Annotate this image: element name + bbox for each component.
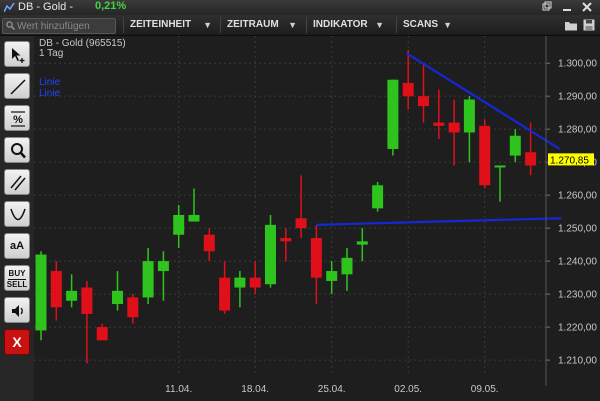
text-tool[interactable]: aA xyxy=(4,233,30,259)
legend-line-1: Linie xyxy=(39,77,61,88)
parallel-lines-icon xyxy=(10,175,26,191)
interval-label: 1 Tag xyxy=(39,48,63,59)
select-add-tool[interactable] xyxy=(4,41,30,67)
parallel-lines-tool[interactable] xyxy=(4,169,30,195)
candle-down xyxy=(479,125,491,186)
save-icon[interactable] xyxy=(582,18,596,32)
buy-sell-tool[interactable]: BUY SELL xyxy=(4,265,30,291)
sell-label: SELL xyxy=(6,280,28,289)
menu-zeiteinheit[interactable]: ZEITEINHEIT ▼ xyxy=(123,17,218,33)
menu-zeiteinheit-label: ZEITEINHEIT xyxy=(130,19,192,30)
candle-down xyxy=(448,122,460,133)
y-tick-label: 1.300,00 xyxy=(558,59,597,70)
percent-icon: % xyxy=(11,111,25,127)
candle-up xyxy=(356,241,368,245)
candle-up xyxy=(509,135,521,156)
zoom-tool[interactable] xyxy=(4,137,30,163)
percent-tool[interactable]: % xyxy=(4,105,30,131)
candle-down xyxy=(310,238,322,278)
candle-down xyxy=(127,297,139,318)
candle-down xyxy=(418,96,429,107)
y-tick-label: 1.240,00 xyxy=(558,257,597,268)
title-bar: DB - Gold - 0,21% xyxy=(0,0,600,16)
candle-up xyxy=(387,79,399,149)
search-input[interactable] xyxy=(17,19,112,33)
candle-down xyxy=(402,82,414,97)
candlestick-chart[interactable]: DB - Gold (965515) 1 Tag Linie Linie 1.3… xyxy=(34,36,600,401)
toolbar: ZEITEINHEIT ▼ ZEITRAUM ▼ INDIKATOR ▼ SCA… xyxy=(0,15,600,36)
dropdown-arrow-icon: ▼ xyxy=(203,20,212,30)
y-tick-label: 1.250,00 xyxy=(558,224,597,235)
svg-text:%: % xyxy=(13,114,23,126)
curve-tool[interactable] xyxy=(4,201,30,227)
y-tick-label: 1.230,00 xyxy=(558,290,597,301)
x-tick-label: 09.05. xyxy=(471,384,499,395)
price-change-badge: 0,21% xyxy=(95,0,127,12)
line-tool[interactable] xyxy=(4,73,30,99)
search-icon xyxy=(6,21,15,30)
x-tick-label: 18.04. xyxy=(241,384,269,395)
buy-label: BUY xyxy=(8,269,26,278)
candle-down xyxy=(203,234,215,252)
candle-up xyxy=(66,290,78,301)
menu-scans[interactable]: SCANS ▼ xyxy=(396,17,458,33)
menu-indikator[interactable]: INDIKATOR ▼ xyxy=(306,17,390,33)
delete-tool[interactable]: X xyxy=(4,329,30,355)
menu-zeitraum[interactable]: ZEITRAUM ▼ xyxy=(220,17,303,33)
drawing-toolbar: % aA BUY SELL X xyxy=(0,36,35,401)
last-price-marker: 1.270,85 xyxy=(548,153,594,166)
y-tick-label: 1.280,00 xyxy=(558,125,597,136)
candle-up xyxy=(157,261,169,272)
chart-app-icon xyxy=(4,2,15,13)
folder-icon[interactable] xyxy=(564,18,578,32)
candle-up xyxy=(112,290,123,305)
y-tick-label: 1.260,00 xyxy=(558,191,597,202)
candle-down xyxy=(50,271,62,308)
y-tick-label: 1.290,00 xyxy=(558,92,597,103)
y-tick-label: 1.210,00 xyxy=(558,356,597,367)
candle-down xyxy=(280,238,292,242)
candle-up xyxy=(463,99,475,133)
x-tick-label: 11.04. xyxy=(165,384,192,395)
restore-icon[interactable] xyxy=(540,1,554,13)
dropdown-arrow-icon: ▼ xyxy=(288,20,297,30)
cursor-plus-icon xyxy=(12,48,25,63)
candle-down xyxy=(525,152,537,166)
candle-down xyxy=(295,218,307,229)
search-box[interactable] xyxy=(2,18,116,34)
magnifier-icon xyxy=(11,143,26,159)
last-price-label: 1.270,85 xyxy=(550,155,589,166)
menu-scans-label: SCANS xyxy=(403,19,439,30)
speaker-icon xyxy=(12,305,23,317)
close-window-icon[interactable] xyxy=(580,1,594,13)
candle-up xyxy=(326,271,338,281)
candle-down xyxy=(249,277,261,288)
candle-up xyxy=(173,214,185,235)
sound-tool[interactable] xyxy=(4,297,30,323)
curve-icon xyxy=(10,208,26,221)
candle-up xyxy=(494,165,506,168)
candle-up xyxy=(35,254,47,331)
candle-up xyxy=(265,224,276,285)
window-title: DB - Gold - xyxy=(18,1,74,13)
candle-up xyxy=(372,185,384,209)
x-tick-label: 25.04. xyxy=(318,384,346,395)
line-icon xyxy=(10,79,26,95)
candle-down xyxy=(219,277,231,311)
candle-up xyxy=(341,257,353,275)
candle-down xyxy=(433,122,445,126)
x-tick-label: 02.05. xyxy=(394,384,422,395)
dropdown-arrow-icon: ▼ xyxy=(375,20,384,30)
menu-indikator-label: INDIKATOR xyxy=(313,19,368,30)
minimize-icon[interactable] xyxy=(560,1,574,13)
candle-up xyxy=(142,261,154,298)
candle-down xyxy=(96,327,108,341)
candle-up xyxy=(188,214,200,222)
candle-up xyxy=(234,277,246,288)
legend-line-2: Linie xyxy=(39,88,61,99)
dropdown-arrow-icon: ▼ xyxy=(443,20,452,30)
candle-down xyxy=(81,287,93,314)
y-tick-label: 1.220,00 xyxy=(558,323,597,334)
menu-zeitraum-label: ZEITRAUM xyxy=(227,19,279,30)
